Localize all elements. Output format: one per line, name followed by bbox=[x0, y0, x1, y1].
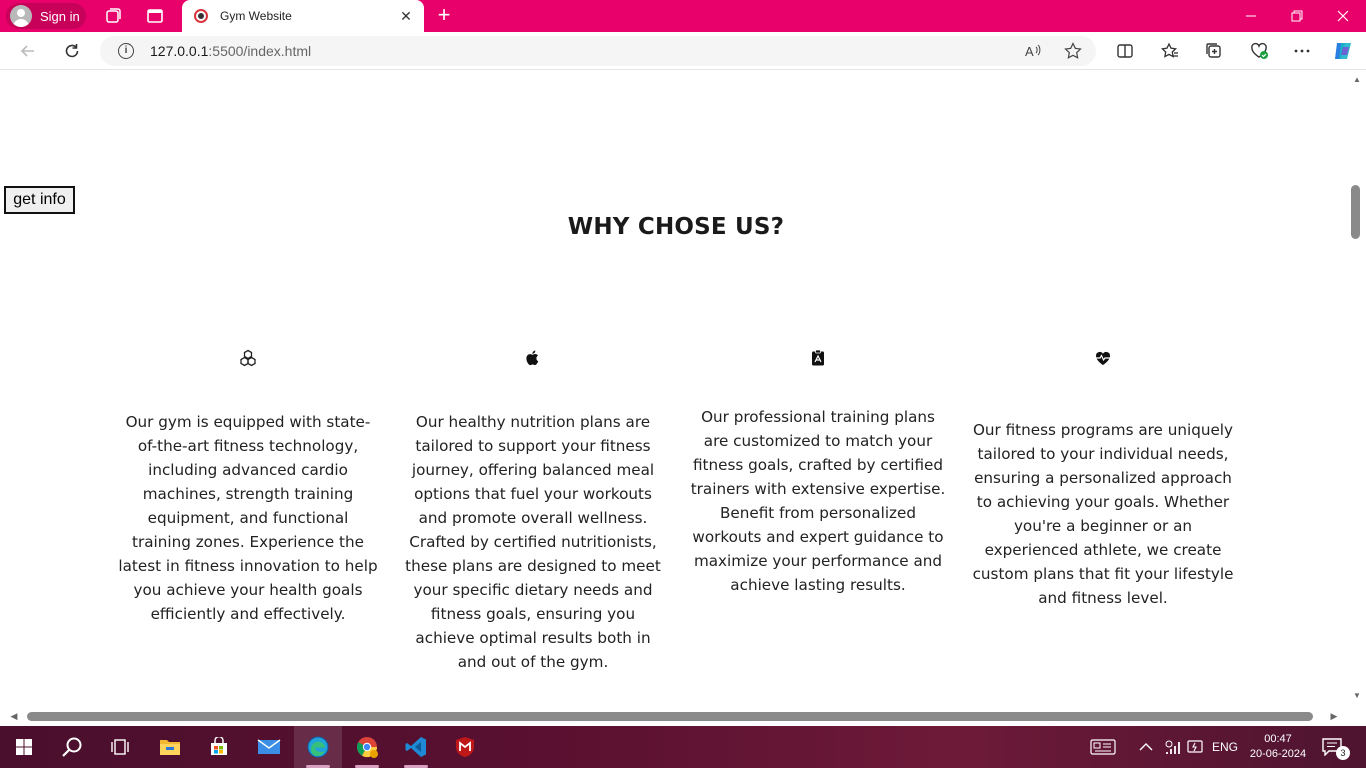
chrome-icon bbox=[356, 737, 378, 758]
feature-card-training: Our professional training plans are cust… bbox=[687, 349, 949, 597]
read-aloud-icon[interactable]: A bbox=[1024, 42, 1042, 60]
taskbar-vscode[interactable] bbox=[392, 726, 440, 768]
feature-text: Our gym is equipped with state-of-the-ar… bbox=[118, 413, 378, 623]
search-icon bbox=[62, 737, 82, 757]
clock-date: 20-06-2024 bbox=[1249, 748, 1307, 760]
restore-button[interactable] bbox=[1274, 0, 1320, 32]
site-info-icon[interactable]: i bbox=[118, 43, 134, 59]
windows-logo-icon bbox=[16, 739, 32, 755]
mcafee-shield-icon bbox=[456, 737, 474, 757]
address-bar[interactable]: i 127.0.0.1:5500/index.html A bbox=[100, 36, 1096, 66]
notification-count-badge: 3 bbox=[1336, 746, 1350, 760]
more-options-icon[interactable] bbox=[1293, 42, 1311, 60]
cubes-icon bbox=[240, 349, 256, 367]
search-button[interactable] bbox=[48, 726, 96, 768]
taskbar-mail[interactable] bbox=[245, 726, 293, 768]
clipboard-icon bbox=[812, 349, 824, 366]
vertical-scrollbar[interactable]: ▲ ▼ bbox=[1348, 71, 1366, 708]
show-hidden-icons-chevron-icon[interactable] bbox=[1139, 741, 1153, 753]
store-icon bbox=[211, 737, 227, 755]
horizontal-scroll-thumb[interactable] bbox=[27, 712, 1313, 721]
taskbar-mcafee[interactable] bbox=[441, 726, 489, 768]
system-clock[interactable]: 00:47 20-06-2024 bbox=[1246, 732, 1310, 762]
new-tab-button[interactable]: + bbox=[432, 4, 456, 28]
edge-icon bbox=[307, 736, 329, 758]
collections-icon[interactable] bbox=[1205, 42, 1223, 60]
sign-in-label: Sign in bbox=[40, 8, 80, 24]
network-icon[interactable] bbox=[1164, 739, 1182, 755]
browser-essentials-icon[interactable] bbox=[1249, 42, 1269, 60]
heart-pulse-icon bbox=[1095, 351, 1111, 365]
profile-sign-in-button[interactable]: Sign in bbox=[6, 3, 86, 29]
task-view-button[interactable] bbox=[96, 726, 144, 768]
copilot-icon[interactable] bbox=[1331, 39, 1355, 63]
feature-text: Our professional training plans are cust… bbox=[690, 408, 946, 594]
scroll-down-arrow-icon[interactable]: ▼ bbox=[1351, 691, 1363, 703]
apple-icon bbox=[526, 350, 539, 366]
battery-icon[interactable] bbox=[1186, 738, 1204, 756]
taskbar-edge[interactable] bbox=[294, 726, 342, 768]
get-info-button[interactable]: get info bbox=[4, 186, 75, 214]
language-indicator[interactable]: ENG bbox=[1212, 726, 1238, 768]
favorite-star-icon[interactable] bbox=[1064, 42, 1082, 60]
back-button[interactable] bbox=[14, 37, 42, 65]
folder-icon bbox=[160, 740, 180, 755]
feature-card-technology: Our gym is equipped with state-of-the-ar… bbox=[117, 349, 379, 626]
windows-taskbar: ENG 00:47 20-06-2024 3 bbox=[0, 726, 1366, 768]
close-tab-icon[interactable]: ✕ bbox=[396, 6, 416, 26]
taskbar-microsoft-store[interactable] bbox=[195, 726, 243, 768]
notification-center-button[interactable]: 3 bbox=[1322, 738, 1350, 760]
feature-text: Our healthy nutrition plans are tailored… bbox=[405, 413, 661, 671]
mail-icon bbox=[257, 739, 281, 754]
start-button[interactable] bbox=[0, 726, 48, 768]
taskbar-file-explorer[interactable] bbox=[146, 726, 194, 768]
clock-time: 00:47 bbox=[1264, 733, 1292, 745]
workspaces-icon[interactable] bbox=[103, 6, 123, 26]
close-window-button[interactable] bbox=[1320, 0, 1366, 32]
url-host: 127.0.0.1 bbox=[150, 43, 209, 59]
restore-icon bbox=[1291, 10, 1303, 22]
browser-title-bar: Sign in Gym Website ✕ + bbox=[0, 0, 1366, 32]
url-path: :5500/index.html bbox=[208, 43, 312, 59]
horizontal-scrollbar[interactable]: ◀ ▶ bbox=[0, 708, 1348, 726]
favorites-icon[interactable] bbox=[1161, 42, 1179, 60]
avatar-icon bbox=[10, 5, 32, 27]
feature-card-programs: Our fitness programs are uniquely tailor… bbox=[972, 349, 1234, 610]
url-text[interactable]: 127.0.0.1:5500/index.html bbox=[150, 43, 311, 59]
close-icon bbox=[1337, 10, 1349, 22]
tab-actions-icon[interactable] bbox=[145, 6, 165, 26]
tab-gym-website[interactable]: Gym Website ✕ bbox=[182, 0, 424, 32]
section-heading: WHY CHOSE US? bbox=[567, 214, 785, 240]
taskbar-chrome[interactable] bbox=[343, 726, 391, 768]
tab-title: Gym Website bbox=[220, 9, 292, 23]
navigation-bar: i 127.0.0.1:5500/index.html A bbox=[0, 32, 1366, 70]
minimize-button[interactable] bbox=[1228, 0, 1274, 32]
page-viewport: get info WHY CHOSE US? Our gym is equipp… bbox=[4, 71, 1348, 708]
site-favicon-icon bbox=[194, 9, 208, 23]
svg-text:A: A bbox=[1025, 44, 1034, 59]
task-view-icon bbox=[111, 739, 129, 755]
scroll-right-arrow-icon[interactable]: ▶ bbox=[1328, 710, 1340, 722]
vertical-scroll-thumb[interactable] bbox=[1351, 185, 1360, 239]
scroll-up-arrow-icon[interactable]: ▲ bbox=[1351, 75, 1363, 87]
refresh-icon bbox=[65, 44, 79, 58]
scroll-left-arrow-icon[interactable]: ◀ bbox=[8, 710, 20, 722]
keyboard-layout-icon[interactable] bbox=[1090, 739, 1116, 755]
split-screen-icon[interactable] bbox=[1116, 42, 1134, 60]
refresh-button[interactable] bbox=[58, 37, 86, 65]
minimize-icon bbox=[1246, 15, 1256, 17]
back-arrow-icon bbox=[20, 45, 34, 57]
vscode-icon bbox=[405, 737, 426, 757]
feature-card-nutrition: Our healthy nutrition plans are tailored… bbox=[402, 349, 664, 674]
feature-text: Our fitness programs are uniquely tailor… bbox=[972, 421, 1234, 607]
